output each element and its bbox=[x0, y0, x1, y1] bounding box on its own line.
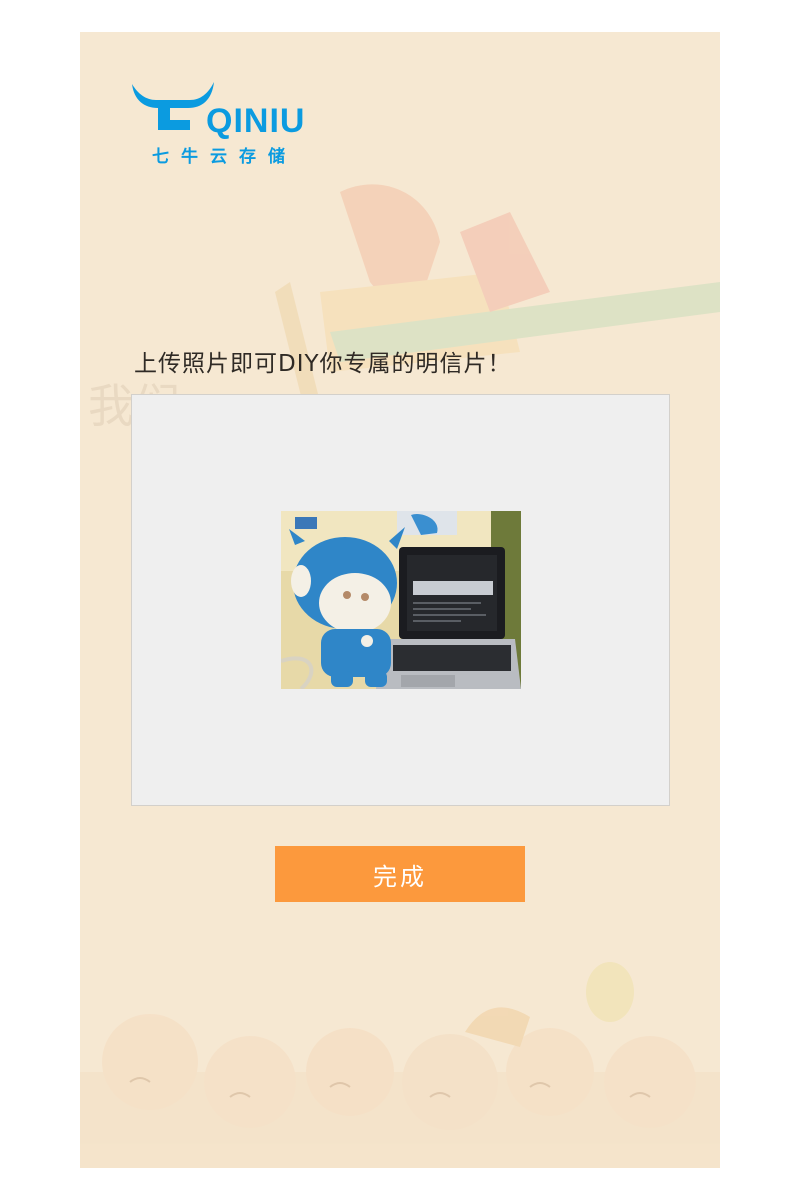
qiniu-logo: QINIU 七牛云存储 bbox=[130, 78, 320, 168]
done-button[interactable]: 完成 bbox=[275, 846, 525, 902]
logo-chinese-name: 七牛云存储 bbox=[152, 147, 297, 167]
uploaded-photo-preview bbox=[281, 511, 521, 689]
photo-upload-area[interactable] bbox=[131, 394, 670, 806]
page-title: 上传照片即可DIY你专属的明信片！ bbox=[134, 351, 512, 377]
photo-image bbox=[281, 511, 521, 689]
postcard-page: 我们 QINIU 七牛云存储 上传照片即可DIY你专属的明信片！ bbox=[80, 32, 720, 1168]
logo-wordmark: QINIU bbox=[206, 102, 306, 140]
